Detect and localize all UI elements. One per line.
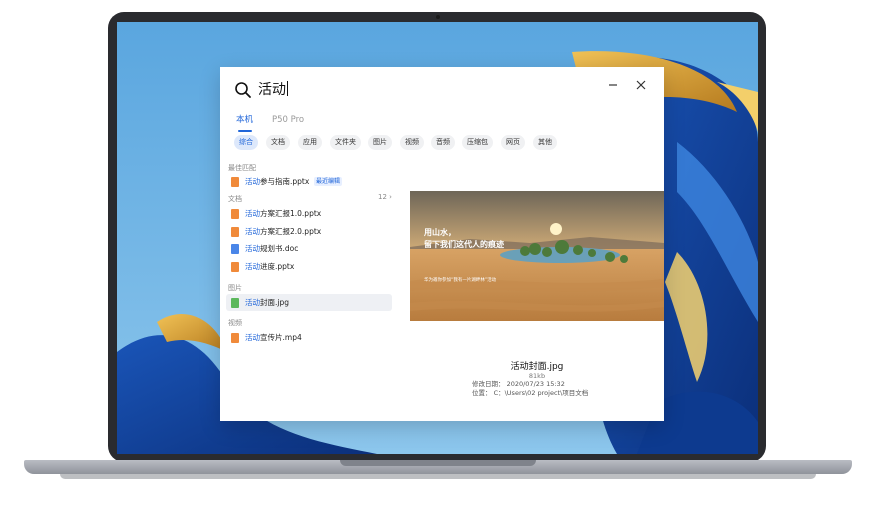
result-doc-1[interactable]: 活动方案汇报1.0.pptx — [226, 205, 392, 222]
pptx-file-icon — [231, 227, 239, 237]
filter-documents[interactable]: 文档 — [266, 135, 290, 150]
photo-caption-1: 用山水， — [423, 227, 456, 237]
filter-other[interactable]: 其他 — [533, 135, 557, 150]
filter-audio[interactable]: 音频 — [431, 135, 455, 150]
active-tab-indicator — [238, 130, 252, 132]
filter-images[interactable]: 图片 — [368, 135, 392, 150]
close-icon[interactable] — [634, 78, 648, 92]
filter-apps[interactable]: 应用 — [298, 135, 322, 150]
webcam — [436, 15, 440, 19]
result-filename: 活动封面.jpg — [245, 298, 289, 307]
filter-archives[interactable]: 压缩包 — [462, 135, 493, 150]
search-input[interactable]: 活动 — [258, 79, 288, 101]
result-best-match[interactable]: 活动参与指南.pptx 最近编辑 — [226, 173, 392, 190]
tab-p50-pro[interactable]: P50 Pro — [272, 113, 304, 127]
preview-image: 用山水， 留下我们这代人的痕迹 华为邀你参加“我有一片湖畔林”活动 — [410, 191, 664, 321]
search-window: 活动 本机 P50 Pro 综合 文档 应用 文件夹 图片 视频 音频 压缩包 … — [220, 67, 664, 421]
search-icon — [235, 82, 251, 98]
desert-lake-photo: 用山水， 留下我们这代人的痕迹 华为邀你参加“我有一片湖畔林”活动 — [410, 191, 664, 321]
pptx-file-icon — [231, 262, 239, 272]
preview-filename: 活动封面.jpg — [510, 362, 564, 372]
result-doc-4[interactable]: 活动进度.pptx — [226, 258, 392, 275]
result-doc-3[interactable]: 活动规划书.doc — [226, 240, 392, 257]
documents-count[interactable]: 12 › — [378, 193, 392, 201]
photo-caption-2: 留下我们这代人的痕迹 — [424, 239, 504, 249]
result-filename: 活动方案汇报1.0.pptx — [245, 209, 322, 218]
doc-file-icon — [231, 244, 239, 254]
filter-all[interactable]: 综合 — [234, 135, 258, 150]
search-query-text: 活动 — [258, 82, 286, 98]
result-image-1[interactable]: 活动封面.jpg — [226, 294, 392, 311]
filter-webpages[interactable]: 网页 — [501, 135, 525, 150]
section-images: 图片 — [228, 284, 242, 292]
filter-chips: 综合 文档 应用 文件夹 图片 视频 音频 压缩包 网页 其他 — [234, 135, 654, 151]
result-filename: 活动进度.pptx — [245, 262, 295, 271]
search-bar[interactable]: 活动 — [234, 79, 634, 101]
laptop-hinge-notch — [340, 460, 536, 466]
result-filename: 活动方案汇报2.0.pptx — [245, 227, 322, 236]
section-documents: 文档 — [228, 195, 242, 203]
preview-location: 位置： C：\Users\02 project\项目文档 — [472, 389, 589, 397]
video-file-icon — [231, 333, 239, 343]
result-filename: 活动参与指南.pptx — [245, 177, 310, 186]
image-file-icon — [231, 298, 239, 308]
minimize-icon[interactable] — [606, 78, 620, 92]
photo-caption-3: 华为邀你参加“我有一片湖畔林”活动 — [424, 276, 497, 283]
pptx-file-icon — [231, 177, 239, 187]
recently-edited-badge: 最近编辑 — [314, 177, 343, 186]
result-video-1[interactable]: 活动宣传片.mp4 — [226, 329, 392, 346]
filter-videos[interactable]: 视频 — [400, 135, 424, 150]
filter-folders[interactable]: 文件夹 — [330, 135, 361, 150]
result-filename: 活动宣传片.mp4 — [245, 333, 302, 342]
laptop-shadow — [60, 474, 816, 479]
section-videos: 视频 — [228, 319, 242, 327]
tab-local[interactable]: 本机 — [236, 113, 253, 127]
result-doc-2[interactable]: 活动方案汇报2.0.pptx — [226, 223, 392, 240]
result-filename: 活动规划书.doc — [245, 244, 299, 253]
text-caret — [287, 81, 288, 96]
pptx-file-icon — [231, 209, 239, 219]
section-best-match: 最佳匹配 — [228, 164, 256, 172]
